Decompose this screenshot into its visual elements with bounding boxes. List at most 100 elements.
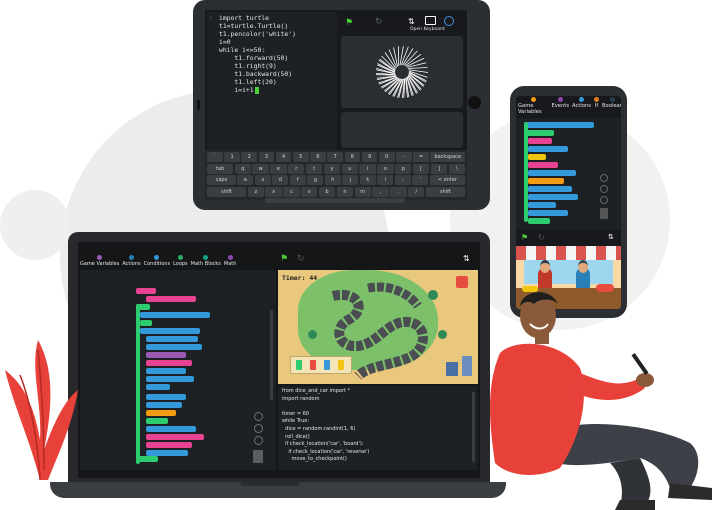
- keyboard-key[interactable]: 6: [310, 152, 326, 162]
- code-block[interactable]: [146, 336, 198, 342]
- keyboard-key[interactable]: a: [237, 175, 254, 185]
- keyboard-key[interactable]: c: [283, 186, 300, 197]
- refresh-icon[interactable]: ↻: [375, 17, 383, 27]
- laptop-share-icon[interactable]: ⇅: [463, 254, 470, 263]
- keyboard-key[interactable]: g: [307, 175, 324, 185]
- code-block[interactable]: [528, 210, 568, 216]
- keyboard-key[interactable]: n: [336, 186, 354, 197]
- code-block[interactable]: [140, 312, 210, 318]
- keyboard-key[interactable]: k: [359, 175, 376, 185]
- keyboard-key[interactable]: e: [270, 163, 287, 174]
- keyboard-key[interactable]: \: [448, 163, 465, 174]
- category-tab[interactable]: Loops: [173, 255, 188, 267]
- category-tab[interactable]: Events: [551, 97, 569, 109]
- laptop-trash-icon[interactable]: [253, 450, 263, 463]
- keyboard-key[interactable]: y: [323, 163, 341, 174]
- keyboard-key[interactable]: 4: [275, 152, 292, 162]
- code-block[interactable]: [146, 352, 186, 358]
- phone-zoom-out-icon[interactable]: [600, 185, 608, 193]
- code-block[interactable]: [528, 154, 546, 160]
- code-block[interactable]: [146, 402, 182, 408]
- keyboard-key[interactable]: 1: [224, 152, 240, 162]
- keyboard-key[interactable]: shift: [207, 186, 247, 197]
- keyboard-key[interactable]: 3: [258, 152, 275, 162]
- code-block[interactable]: [136, 288, 156, 294]
- code-block[interactable]: [524, 122, 528, 222]
- category-tab[interactable]: Game Variables: [518, 97, 548, 115]
- keyboard-key[interactable]: ,: [372, 186, 389, 197]
- keyboard-key[interactable]: 8: [344, 152, 361, 162]
- code-block[interactable]: [528, 138, 552, 144]
- keyboard-key[interactable]: h: [324, 175, 341, 185]
- keyboard-key[interactable]: shift: [425, 186, 465, 197]
- green-flag-icon[interactable]: ⚑: [345, 18, 353, 28]
- keyboard-key[interactable]: 9: [361, 152, 378, 162]
- keyboard-key[interactable]: l: [377, 175, 394, 185]
- category-tab[interactable]: Math: [224, 255, 236, 267]
- keyboard-key[interactable]: /: [408, 186, 425, 197]
- share-icon[interactable]: ⇅: [408, 17, 415, 26]
- keyboard-key[interactable]: backspace: [430, 152, 465, 162]
- keyboard-key[interactable]: q: [234, 163, 251, 174]
- category-tab[interactable]: Actions: [122, 255, 141, 267]
- code-block[interactable]: [524, 122, 594, 128]
- open-keyboard-label[interactable]: Open Keyboard: [410, 27, 445, 32]
- code-block[interactable]: [146, 384, 170, 390]
- keyboard-key[interactable]: v: [301, 186, 318, 197]
- code-block[interactable]: [136, 304, 140, 464]
- code-block[interactable]: [146, 360, 192, 366]
- code-block[interactable]: [146, 344, 202, 350]
- laptop-zoom-in-icon[interactable]: [254, 412, 263, 421]
- keyboard-key[interactable]: r: [288, 163, 305, 174]
- keyboard-key[interactable]: t: [305, 163, 323, 174]
- keyboard-key[interactable]: caps: [207, 175, 236, 185]
- keyboard-key[interactable]: tab: [207, 163, 234, 174]
- keyboard-key[interactable]: 0: [378, 152, 395, 162]
- code-block[interactable]: [528, 186, 572, 192]
- code-block[interactable]: [528, 218, 550, 224]
- keyboard-key[interactable]: j: [342, 175, 359, 185]
- keyboard-key[interactable]: d: [272, 175, 289, 185]
- category-tab[interactable]: Actions: [572, 97, 591, 109]
- keyboard-key[interactable]: f: [289, 175, 306, 185]
- phone-share-icon[interactable]: ⇅: [608, 233, 614, 241]
- phone-trash-icon[interactable]: [600, 208, 608, 219]
- category-tab[interactable]: Boolean: [602, 97, 621, 109]
- code-block[interactable]: [146, 434, 204, 440]
- keyboard-key[interactable]: p: [395, 163, 412, 174]
- keyboard-key[interactable]: o: [377, 163, 394, 174]
- code-block[interactable]: [146, 410, 176, 416]
- keyboard-key[interactable]: -: [396, 152, 412, 162]
- code-block[interactable]: [146, 418, 168, 424]
- category-tab[interactable]: Conditions: [144, 255, 170, 267]
- tablet-code-editor[interactable]: : import turtle t1=turtle.Turtle() t1.penc…: [207, 12, 337, 150]
- close-icon[interactable]: [444, 16, 454, 26]
- keyboard-key[interactable]: =: [413, 152, 429, 162]
- category-tab[interactable]: Math Blocks: [191, 255, 221, 267]
- keyboard-key[interactable]: `: [207, 152, 223, 162]
- laptop-reset-icon[interactable]: [254, 436, 263, 445]
- code-block[interactable]: [140, 328, 200, 334]
- keyboard-icon[interactable]: [425, 16, 436, 25]
- keyboard-key[interactable]: z: [247, 186, 264, 197]
- keyboard-key[interactable]: u: [341, 163, 358, 174]
- laptop-refresh-icon[interactable]: ↻: [297, 254, 305, 264]
- space-bar[interactable]: [265, 198, 405, 203]
- code-block[interactable]: [146, 394, 186, 400]
- keyboard-key[interactable]: ]: [430, 163, 448, 174]
- laptop-green-flag-icon[interactable]: ⚑: [280, 254, 288, 264]
- keyboard-key[interactable]: i: [359, 163, 376, 174]
- code-block[interactable]: [524, 130, 554, 136]
- keyboard-key[interactable]: w: [252, 163, 269, 174]
- phone-reset-icon[interactable]: [600, 196, 608, 204]
- keyboard-key[interactable]: x: [265, 186, 282, 197]
- keyboard-key[interactable]: 2: [241, 152, 258, 162]
- code-block[interactable]: [146, 368, 186, 374]
- code-block[interactable]: [140, 320, 152, 326]
- category-tab[interactable]: Game Variables: [80, 255, 119, 267]
- phone-zoom-in-icon[interactable]: [600, 174, 608, 182]
- code-block[interactable]: [146, 442, 192, 448]
- laptop-zoom-out-icon[interactable]: [254, 424, 263, 433]
- code-block[interactable]: [528, 178, 564, 184]
- phone-refresh-icon[interactable]: ↻: [538, 233, 545, 242]
